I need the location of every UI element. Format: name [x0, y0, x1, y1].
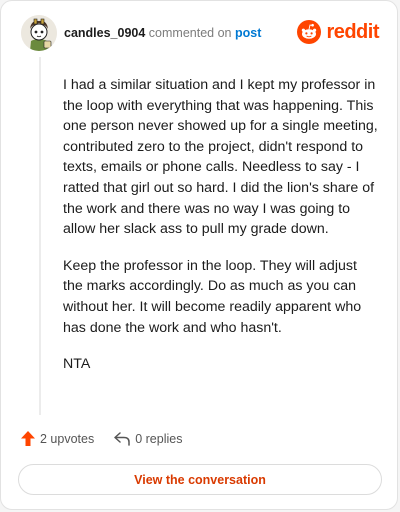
reply-arrow-icon — [114, 431, 130, 446]
comment-actions: 2 upvotes 0 replies — [21, 431, 182, 446]
reddit-brand[interactable]: reddit — [297, 20, 379, 44]
post-link[interactable]: post — [235, 26, 261, 40]
view-conversation-button[interactable]: View the conversation — [18, 464, 382, 495]
replies-button[interactable]: 0 replies — [114, 432, 182, 446]
view-conversation-label: View the conversation — [134, 472, 266, 487]
comment-paragraph: Keep the professor in the loop. They wil… — [63, 257, 362, 336]
comment-paragraph: NTA — [63, 356, 91, 373]
snoo-avatar-icon — [21, 15, 57, 51]
upvote-button[interactable]: 2 upvotes — [21, 431, 94, 446]
comment-paragraph: I had a similar situation and I kept my … — [63, 77, 378, 238]
comment-header: candles_0904 commented on post — [21, 15, 261, 51]
brand-name: reddit — [326, 20, 379, 43]
reddit-logo-icon — [297, 20, 322, 44]
username[interactable]: candles_0904 — [64, 26, 145, 40]
action-text: commented on — [148, 26, 232, 40]
upvote-arrow-icon — [21, 431, 35, 446]
comment-card: candles_0904 commented on post reddit I … — [0, 0, 398, 510]
thread-line — [39, 57, 41, 415]
comment-body: I had a similar situation and I kept my … — [63, 75, 379, 391]
avatar[interactable] — [21, 15, 57, 51]
upvotes-count: 2 upvotes — [40, 431, 95, 446]
replies-count: 0 replies — [135, 431, 183, 446]
comment-meta: candles_0904 commented on post — [64, 26, 261, 40]
